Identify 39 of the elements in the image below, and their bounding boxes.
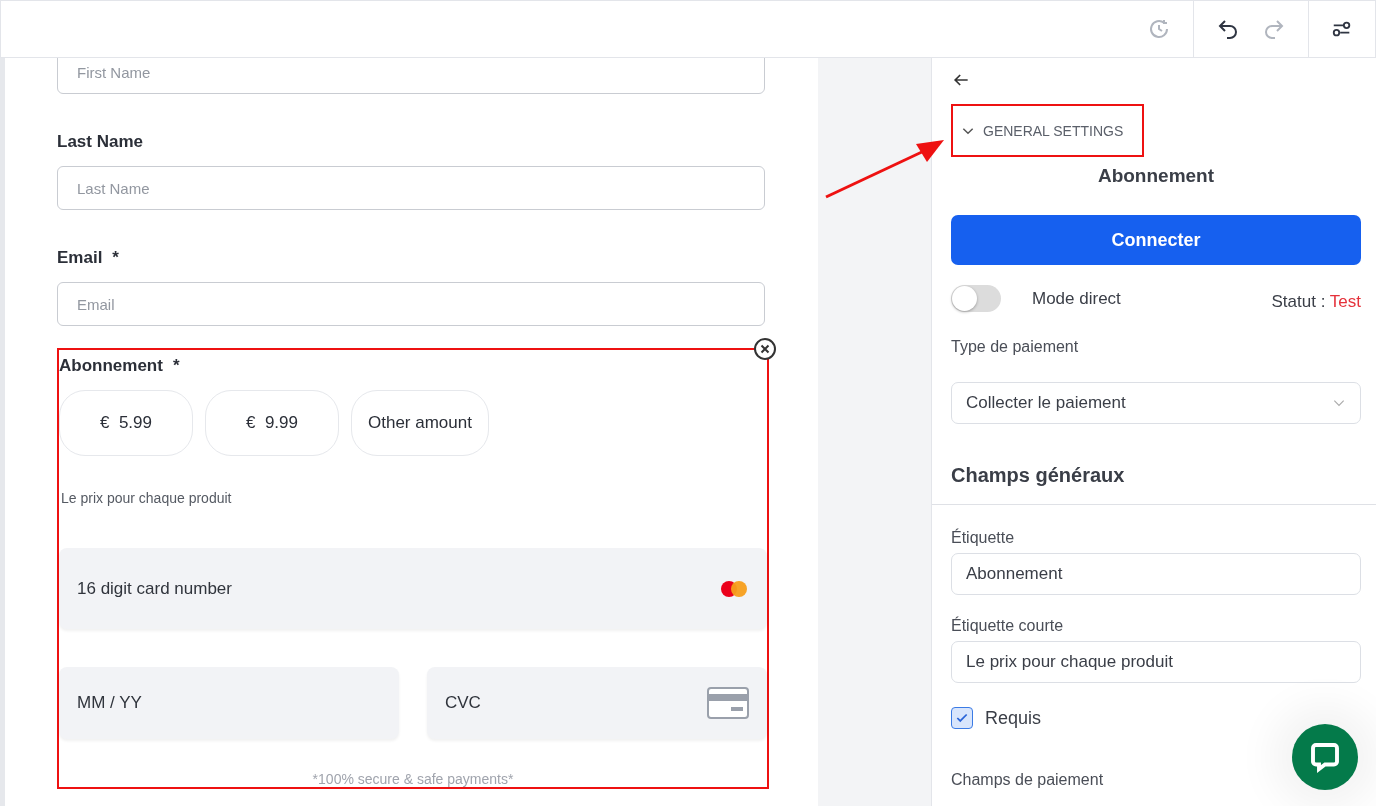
redo-icon [1262, 17, 1286, 41]
hint-text: Le prix pour chaque produit [61, 490, 233, 506]
section-toggle[interactable]: GENERAL SETTINGS [951, 104, 1144, 157]
input-field[interactable]: Abonnement [951, 553, 1361, 595]
amount-option[interactable]: Other amount [351, 390, 489, 456]
field-label: Champs de paiement [951, 771, 1105, 789]
input-field[interactable]: Email [57, 282, 765, 326]
card-brand-icon [719, 578, 749, 599]
expiry-field[interactable]: MM / YY [59, 667, 399, 739]
payment-type-select[interactable]: Collecter le paiement [951, 382, 1361, 424]
field-label: Étiquette [951, 529, 1016, 547]
input-field[interactable]: Last Name [57, 166, 765, 210]
field-label: Type de paiement [951, 338, 1080, 356]
amount-option[interactable]: € 5.99 [59, 390, 193, 456]
toggle-switch[interactable] [951, 285, 1001, 312]
checkmark-icon [955, 711, 969, 725]
amount-option[interactable]: € 9.99 [205, 390, 339, 456]
required-mark: * [112, 248, 119, 268]
card-number-field[interactable]: 16 digit card number [59, 548, 767, 629]
toggle-label: Mode direct [1032, 288, 1122, 309]
status-text: Statut : Test [1271, 291, 1361, 312]
input-field[interactable]: Le prix pour chaque produit [951, 641, 1361, 683]
section-heading: Champs généraux [951, 464, 1126, 487]
checkbox[interactable] [951, 707, 973, 729]
undo-icon [1216, 17, 1240, 41]
field-label: Email [57, 248, 103, 268]
card-icon [707, 687, 749, 719]
required-mark: * [172, 356, 180, 376]
close-icon[interactable] [753, 337, 777, 361]
field-label: Last Name [57, 132, 143, 152]
secure-note: *100% secure & safe payments* [311, 771, 515, 787]
field-label: Étiquette courte [951, 617, 1065, 635]
panel-title: Abonnement [1096, 165, 1216, 187]
history-icon [1147, 17, 1171, 41]
input-field[interactable]: First Name [57, 58, 765, 94]
checkbox-label: Requis [985, 707, 1042, 729]
field-label: Abonnement [59, 356, 163, 376]
cvc-field[interactable]: CVC [427, 667, 767, 739]
connect-button[interactable]: Connecter [951, 215, 1361, 265]
